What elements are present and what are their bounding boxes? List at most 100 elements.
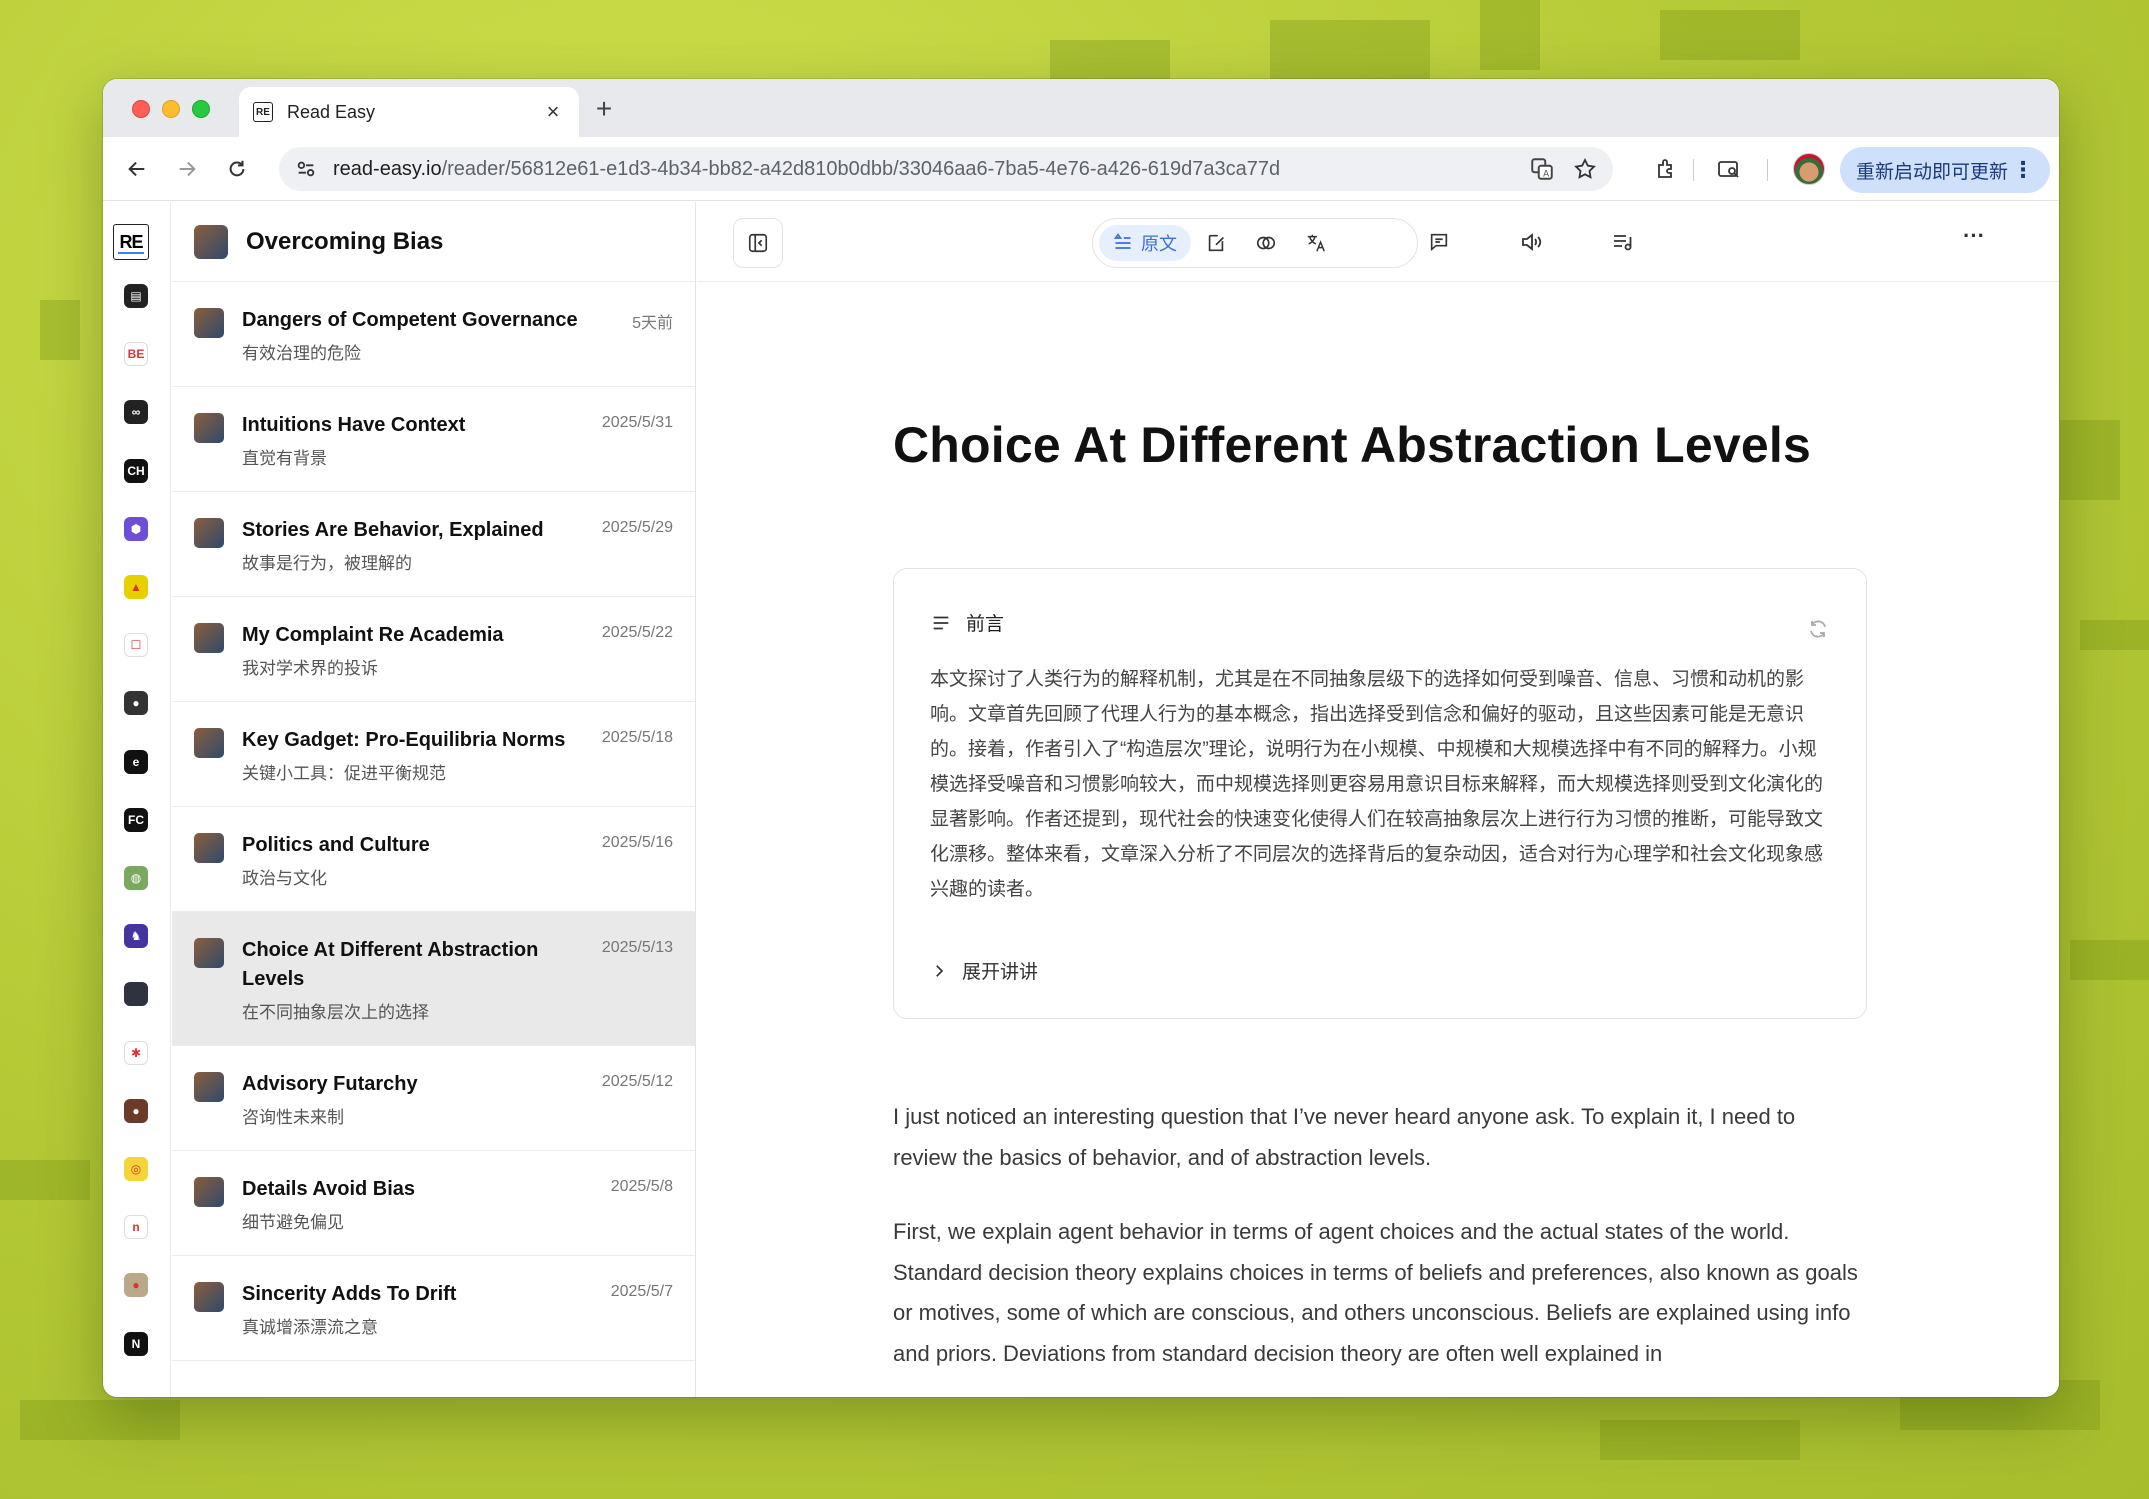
feed-thumb-icon [194, 728, 224, 758]
mode-edit-button[interactable] [1191, 225, 1241, 261]
summary-label: 前言 [966, 614, 1005, 635]
tab-search-button[interactable] [1713, 153, 1745, 185]
collapse-sidebar-button[interactable] [733, 218, 783, 268]
expand-label: 展开讲讲 [962, 962, 1039, 983]
playlist-button[interactable] [1607, 226, 1639, 258]
toolbar-divider [1693, 159, 1694, 181]
article-content: Choice At Different Abstraction Levels 前… [893, 282, 1873, 1397]
back-button[interactable] [121, 153, 153, 185]
translate-page-icon[interactable]: A [1529, 156, 1555, 182]
article-list-item[interactable]: Choice At Different Abstraction Levels 在不… [172, 912, 695, 1046]
profile-avatar[interactable] [1793, 153, 1825, 185]
feed-thumb-icon [194, 938, 224, 968]
article-list-item[interactable]: Sincerity Adds To Drift 真诚增添漂流之意 2025/5/7 [172, 1256, 695, 1361]
article-list-item[interactable]: Details Avoid Bias 细节避免偏见 2025/5/8 [172, 1151, 695, 1256]
article-list-item[interactable]: Intuitions Have Context 直觉有背景 2025/5/31 [172, 387, 695, 492]
forward-button[interactable] [171, 153, 203, 185]
puzzle-icon [1658, 159, 1672, 178]
expand-explain-button[interactable]: 展开讲讲 [930, 957, 1830, 984]
article-item-subtitle: 政治与文化 [242, 869, 327, 888]
url-path: /reader/56812e61-e1d3-4b34-bb82-a42d810b… [441, 157, 1281, 180]
photo-icon[interactable]: ● [124, 1273, 148, 1298]
close-tab-icon[interactable]: × [541, 99, 565, 125]
article-list-item[interactable]: My Complaint Re Academia 我对学术界的投诉 2025/5/2… [172, 597, 695, 702]
horse-icon[interactable]: ♞ [124, 924, 148, 949]
article-item-subtitle: 在不同抽象层次上的选择 [242, 1003, 429, 1022]
star-icon[interactable]: ✱ [124, 1040, 148, 1065]
article-item-subtitle: 细节避免偏见 [242, 1213, 344, 1232]
article-list-item[interactable]: Advisory Futarchy 咨询性未来制 2025/5/12 [172, 1046, 695, 1151]
reload-button[interactable] [221, 153, 253, 185]
reader-pane: 原文 ··· Choice At Different Abstraction L… [697, 202, 2059, 1397]
feed-thumb-icon [194, 833, 224, 863]
article-list-item[interactable]: Dangers of Competent Governance 有效治理的危险 5天… [172, 282, 695, 387]
article-item-title: Politics and Culture [242, 834, 430, 856]
article-paragraph: First, we explain agent behavior in term… [893, 1219, 1858, 1366]
ch-icon[interactable]: CH [124, 458, 148, 483]
fc-icon[interactable]: FC [124, 807, 148, 832]
article-paragraph: I just noticed an interesting question t… [893, 1104, 1796, 1170]
bag-icon[interactable]: ☐ [124, 633, 148, 658]
x-icon[interactable]: N [124, 1331, 148, 1356]
maximize-window-button[interactable] [192, 100, 210, 118]
square-icon[interactable] [124, 982, 148, 1007]
article-item-date: 2025/5/13 [601, 939, 673, 956]
tab-search-icon [1718, 161, 1739, 178]
mode-translate-button[interactable] [1291, 225, 1341, 261]
url-text[interactable]: read-easy.io/reader/56812e61-e1d3-4b34-b… [333, 158, 1529, 181]
tab-read-easy[interactable]: RE Read Easy × [239, 87, 579, 137]
translate-icon [1307, 234, 1325, 252]
close-window-button[interactable] [132, 100, 150, 118]
article-item-date: 2025/5/18 [601, 729, 673, 746]
address-bar[interactable]: read-easy.io/reader/56812e61-e1d3-4b34-b… [279, 147, 1613, 191]
n-circle-icon[interactable]: n [124, 1215, 148, 1240]
be-icon[interactable]: BE [124, 342, 148, 367]
refresh-icon [1810, 620, 1826, 638]
article-item-date: 5天前 [632, 315, 673, 332]
globe-icon[interactable]: ◍ [124, 866, 148, 890]
extensions-button[interactable] [1651, 153, 1683, 185]
bookmark-star-icon[interactable] [1573, 157, 1597, 181]
avatar-icon[interactable]: ● [124, 691, 148, 716]
rail-glyph: ⬢ [130, 521, 142, 536]
read-aloud-button[interactable] [1515, 226, 1547, 258]
comment-icon [1430, 233, 1448, 252]
menu-lines-icon [933, 616, 949, 629]
link-circles-icon [1256, 236, 1276, 250]
sun-icon[interactable]: ◎ [124, 1157, 148, 1181]
article-list-item[interactable]: Key Gadget: Pro-Equilibria Norms 关键小工具：促进… [172, 702, 695, 807]
feed-avatar-icon [194, 224, 228, 259]
rail-glyph: N [131, 1336, 141, 1351]
e-icon[interactable]: e [124, 749, 148, 774]
ghost-icon[interactable]: ∞ [124, 400, 148, 425]
relaunch-update-button[interactable]: 重新启动即可更新 ⋮ [1840, 147, 2050, 193]
rail-glyph: CH [127, 463, 145, 478]
article-list-item[interactable]: Politics and Culture 政治与文化 2025/5/16 [172, 807, 695, 912]
article-item-subtitle: 故事是行为，被理解的 [242, 554, 412, 573]
article-item-date: 2025/5/31 [601, 414, 673, 431]
mode-link-button[interactable] [1241, 225, 1291, 261]
app-logo[interactable]: RE [113, 224, 149, 260]
mode-original-button[interactable]: 原文 [1099, 225, 1191, 261]
tab-strip: RE Read Easy × + [103, 79, 2059, 137]
more-horizontal-icon[interactable]: ··· [1958, 220, 1990, 252]
speaker-icon [1522, 233, 1542, 251]
hex-icon[interactable]: ⬢ [124, 516, 148, 541]
new-tab-button[interactable]: + [589, 93, 619, 125]
article-body: I just noticed an interesting question t… [893, 1097, 1863, 1374]
site-settings-icon[interactable] [295, 158, 317, 180]
article-item-date: 2025/5/12 [601, 1073, 673, 1090]
minimize-window-button[interactable] [162, 100, 180, 118]
article-item-date: 2025/5/29 [601, 519, 673, 536]
rocket-icon[interactable]: ▲ [124, 575, 148, 599]
mode-original-label: 原文 [1141, 234, 1177, 254]
comments-button[interactable] [1423, 226, 1455, 258]
regenerate-summary-button[interactable] [1806, 617, 1830, 646]
article-item-title: Choice At Different Abstraction Levels [242, 939, 539, 990]
newspaper-icon[interactable]: ▤ [124, 284, 148, 308]
article-list-item[interactable]: Stories Are Behavior, Explained 故事是行为，被理解… [172, 492, 695, 597]
sidebar-collapse-icon [748, 233, 768, 253]
portrait-icon[interactable]: ● [124, 1098, 148, 1123]
article-item-subtitle: 直觉有背景 [242, 449, 327, 468]
article-item-subtitle: 我对学术界的投诉 [242, 659, 378, 678]
